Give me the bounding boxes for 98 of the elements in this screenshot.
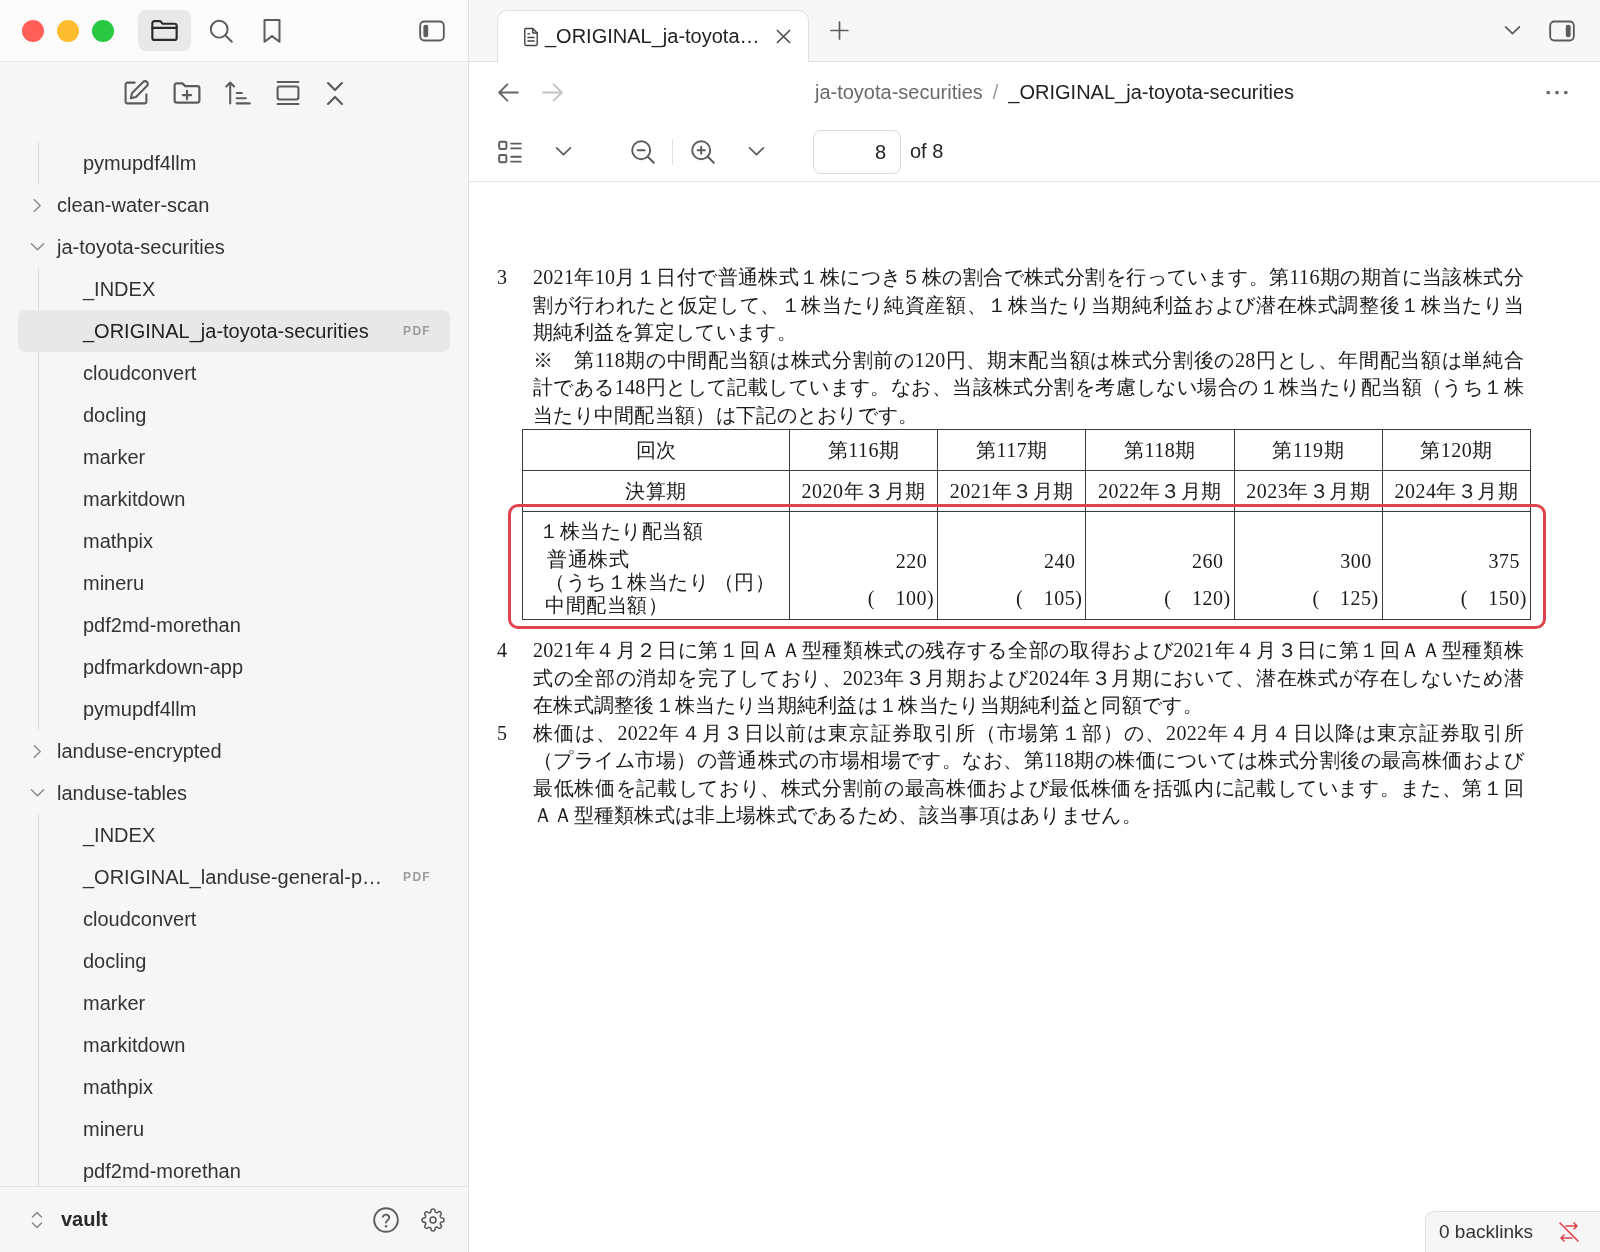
chevron-down-icon[interactable] <box>555 146 572 157</box>
table-cell: 2023年３月期 <box>1234 470 1383 512</box>
file-item[interactable]: mathpix <box>18 1066 450 1108</box>
file-item[interactable]: pdf2md-morethan <box>18 604 450 646</box>
chevron-down-icon[interactable] <box>30 788 45 798</box>
column-header: 第120期 <box>1382 429 1531 471</box>
note-text: 株価は、2022年４月３日以前は東京証券取引所（市場第１部）の、2022年４月４日以降は東京証券取引所（プライム市場）の普通株式の市場相場です。なお、第118期の株価については株式分割後の最高株価および最低株価を記載しており、株式分割前の最高株価および最低株価を括弧内に記載しています。また、第１回ＡＡ型種類株式は非上場株式であるため、該当事項はありません。 <box>533 720 1524 828</box>
chevron-right-icon[interactable] <box>33 743 42 759</box>
close-icon[interactable] <box>776 29 791 44</box>
folder-item[interactable]: landuse-encrypted <box>18 730 450 772</box>
edit-icon[interactable] <box>123 80 149 106</box>
dividend-value: 260 <box>1191 550 1225 572</box>
note-number: 3 <box>497 265 508 290</box>
note-text: 2021年４月２日に第１回ＡＡ型種類株式の残存する全部の取得および2021年４月３日に第１回ＡＡ型種類株式の全部の消却を完了しており、2023年３月期および2024年３月期において、潜在株式が存在しないため潜在株式調整後１株当たり当期純利益は１株当たり当期純利益と同額です。 <box>533 638 1524 718</box>
interim-dividend-value: ( 150) <box>1459 587 1528 609</box>
column-header: 第119期 <box>1234 429 1383 471</box>
file-item[interactable]: marker <box>18 982 450 1024</box>
column-header: 第116期 <box>789 429 938 471</box>
file-item[interactable]: markitdown <box>18 1024 450 1066</box>
backlinks-count[interactable]: 0 backlinks <box>1439 1221 1533 1243</box>
file-item[interactable]: docling <box>18 394 450 436</box>
crossed-arrows-icon[interactable] <box>1558 1221 1580 1243</box>
vault-name[interactable]: vault <box>61 1208 108 1231</box>
folder-item[interactable]: clean-water-scan <box>18 184 450 226</box>
search-icon[interactable] <box>208 18 234 43</box>
file-item[interactable]: pdfmarkdown-app <box>18 646 450 688</box>
folder-item[interactable]: landuse-tables <box>18 772 450 814</box>
help-icon[interactable] <box>373 1206 399 1233</box>
table-cell: 決算期 <box>522 470 790 512</box>
folder-item[interactable]: ja-toyota-securities <box>18 226 450 268</box>
table-cell: 2021年３月期 <box>937 470 1086 512</box>
more-icon[interactable] <box>1546 89 1568 95</box>
breadcrumb-link[interactable]: ja-toyota-securities <box>814 80 983 104</box>
file-item[interactable]: marker <box>18 436 450 478</box>
file-item[interactable]: pymupdf4llm <box>18 142 450 184</box>
framed-rectangle-icon[interactable] <box>275 80 301 106</box>
dividend-value: 300 <box>1339 550 1373 572</box>
column-header: 第118期 <box>1085 429 1235 471</box>
row-note: （うち１株当たり中間配当額） <box>545 571 710 617</box>
chevron-right-icon[interactable] <box>33 197 42 213</box>
page-count: of 8 <box>910 140 944 163</box>
sort-icon[interactable] <box>225 80 251 106</box>
note-number: 4 <box>497 638 508 663</box>
file-item[interactable]: cloudconvert <box>18 898 450 940</box>
file-item[interactable]: _ORIGINAL_ja-toyota-securities PDF <box>18 310 450 352</box>
chevron-down-icon[interactable] <box>30 242 45 252</box>
breadcrumb-separator: / <box>992 80 999 104</box>
row-label: １株当たり配当額 <box>539 520 704 543</box>
file-item[interactable]: mineru <box>18 562 450 604</box>
column-header: 回次 <box>522 429 790 471</box>
plus-icon[interactable] <box>830 21 849 40</box>
dividend-value: 375 <box>1487 550 1521 572</box>
file-item[interactable]: docling <box>18 940 450 982</box>
file-item[interactable]: pdf2md-morethan <box>18 1150 450 1186</box>
zoom-in-icon[interactable] <box>691 139 715 164</box>
table-cell: 2020年３月期 <box>789 470 938 512</box>
tab[interactable]: _ORIGINAL_ja-toyota… <box>497 10 809 62</box>
interim-dividend-value: ( 125) <box>1311 587 1380 609</box>
table-cell: 2024年３月期 <box>1382 470 1531 512</box>
file-type-label: PDF <box>403 870 431 884</box>
window-close-icon[interactable] <box>22 19 44 42</box>
interim-dividend-value: ( 100) <box>866 587 936 609</box>
document-icon <box>523 26 539 47</box>
file-type-label: PDF <box>403 324 431 338</box>
interim-dividend-value: ( 120) <box>1163 587 1232 609</box>
note-text: ※ 第118期の中間配当額は株式分割前の120円、期末配当額は株式分割後の28円とし、年間配当額は単純合計である148円として記載しています。なお、当該株式分割を考慮しない場合の１株当たり配当額（うち１株当たり中間配当額）は下記のとおりです。 <box>533 347 1524 428</box>
file-item[interactable]: pymupdf4llm <box>18 688 450 730</box>
settings-icon[interactable] <box>421 1207 445 1232</box>
note-text: 2021年10月１日付で普通株式１株につき５株の割合で株式分割を行っています。第116期の期首に当該株式分割が行われたと仮定して、１株当たり純資産額、１株当たり当期純利益および潜在株式調整後１株当たり当期純利益を算定しています。 <box>533 265 1524 345</box>
file-item[interactable]: _ORIGINAL_landuse-general-p… PDF <box>18 856 450 898</box>
table-cell: 2022年３月期 <box>1085 470 1235 512</box>
dividend-value: 240 <box>1042 550 1077 572</box>
folder-icon[interactable] <box>138 10 191 51</box>
chevron-down-icon[interactable] <box>748 146 765 157</box>
file-item[interactable]: cloudconvert <box>18 352 450 394</box>
thumbnails-icon[interactable] <box>498 139 522 164</box>
dividend-value: 220 <box>894 550 929 572</box>
chevron-up-down-icon[interactable] <box>31 1210 43 1229</box>
zoom-out-icon[interactable] <box>631 139 655 164</box>
column-header: 第117期 <box>937 429 1086 471</box>
chevron-down-icon[interactable] <box>1504 25 1521 36</box>
folder-plus-icon[interactable] <box>173 82 201 104</box>
note-number: 5 <box>497 720 508 746</box>
breadcrumb-current[interactable]: _ORIGINAL_ja-toyota-securities <box>1008 80 1295 104</box>
file-item[interactable]: mathpix <box>18 520 450 562</box>
page-number-field[interactable]: 8 <box>813 129 901 174</box>
interim-dividend-value: ( 105) <box>1015 587 1084 609</box>
collapse-icon[interactable] <box>325 80 345 106</box>
file-item[interactable]: mineru <box>18 1108 450 1150</box>
sidebar-toggle-icon[interactable] <box>419 19 445 42</box>
file-item[interactable]: _INDEX <box>18 268 450 310</box>
file-item[interactable]: _INDEX <box>18 814 450 856</box>
unit-label: （円） <box>713 571 775 594</box>
row-sublabel: 普通株式 <box>546 548 630 571</box>
sidebar-toggle-icon[interactable] <box>1549 19 1575 42</box>
back-arrow-icon[interactable] <box>498 82 519 102</box>
bookmark-icon[interactable] <box>262 18 282 43</box>
file-item[interactable]: markitdown <box>18 478 450 520</box>
